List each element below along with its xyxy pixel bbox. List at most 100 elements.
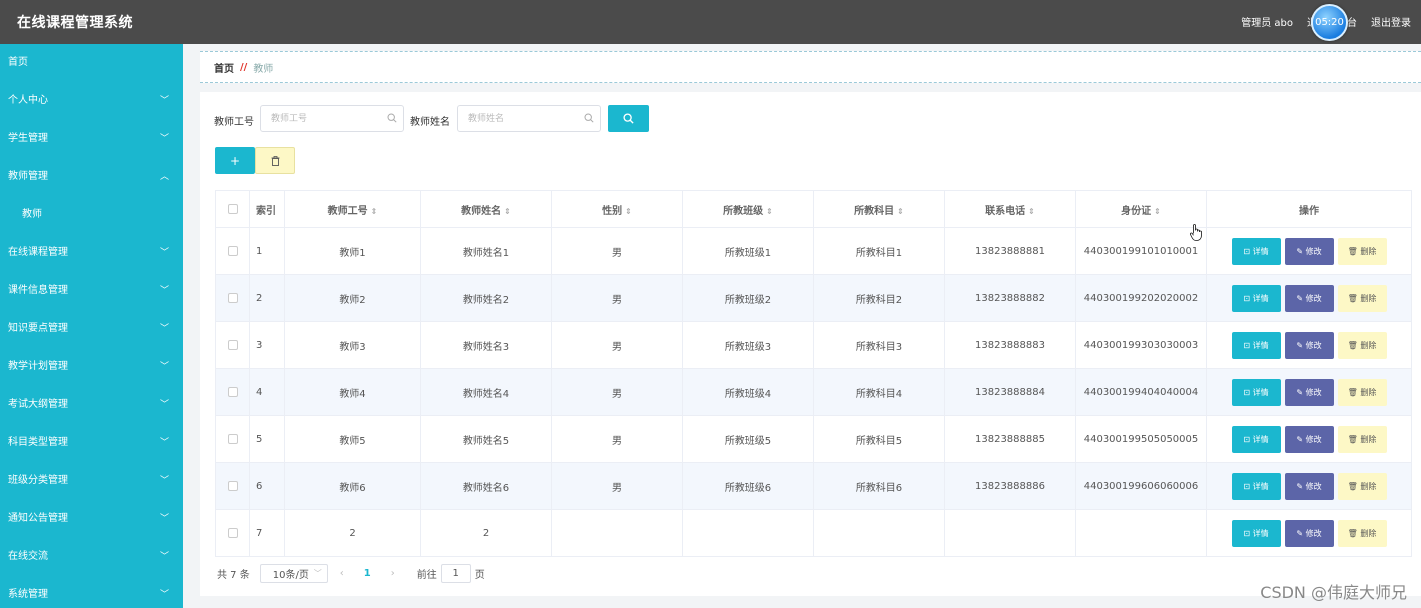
row-select-cell[interactable] — [215, 509, 250, 557]
cell-phone: 13823888882 — [944, 274, 1076, 322]
sidebar-item-label: 教师 — [22, 209, 42, 220]
delete-button[interactable]: 🗑 删除 — [1337, 237, 1387, 265]
teacher-name-input[interactable] — [468, 106, 578, 131]
row-checkbox[interactable] — [227, 480, 238, 491]
edit-button[interactable]: ✎ 修改 — [1284, 378, 1334, 406]
detail-button[interactable]: ⊡ 详情 — [1231, 519, 1281, 547]
sidebar-item-notices[interactable]: 通知公告管理 ﹀ — [0, 500, 183, 538]
sort-icon[interactable]: ⇕ — [1154, 207, 1161, 216]
sidebar-item-profile[interactable]: 个人中心 ﹀ — [0, 82, 183, 120]
cell-idcard: 440300199303030003 — [1075, 321, 1207, 369]
goto-page-input[interactable]: 1 — [440, 564, 471, 583]
search-icon — [387, 113, 397, 123]
row-select-cell[interactable] — [215, 274, 250, 322]
sort-icon[interactable]: ⇕ — [625, 207, 632, 216]
sidebar-item-class-categories[interactable]: 班级分类管理 ﹀ — [0, 462, 183, 500]
sidebar-item-courseware[interactable]: 课件信息管理 ﹀ — [0, 272, 183, 310]
cell-index: 1 — [249, 227, 285, 275]
cell-gender: 男 — [551, 462, 683, 510]
batch-delete-button[interactable] — [255, 147, 295, 174]
add-button[interactable]: + — [215, 147, 255, 174]
col-teacher-no[interactable]: 教师工号 ⇕ — [284, 190, 421, 228]
next-page-button[interactable]: › — [391, 568, 395, 579]
delete-button[interactable]: 🗑 删除 — [1337, 425, 1387, 453]
col-class[interactable]: 所教班级 ⇕ — [682, 190, 814, 228]
sidebar-item-teachers[interactable]: 教师 — [0, 196, 183, 234]
teacher-no-search[interactable] — [260, 105, 404, 132]
row-select-cell[interactable] — [215, 321, 250, 369]
sidebar-item-courses[interactable]: 在线课程管理 ﹀ — [0, 234, 183, 272]
row-checkbox[interactable] — [227, 245, 238, 256]
cell-idcard: 440300199404040004 — [1075, 368, 1207, 416]
teacher-name-search[interactable] — [457, 105, 601, 132]
row-checkbox[interactable] — [227, 386, 238, 397]
delete-button[interactable]: 🗑 删除 — [1337, 378, 1387, 406]
delete-button[interactable]: 🗑 删除 — [1337, 472, 1387, 500]
sort-icon[interactable]: ⇕ — [897, 207, 904, 216]
sidebar-item-subject-types[interactable]: 科目类型管理 ﹀ — [0, 424, 183, 462]
select-all-cell[interactable] — [215, 190, 250, 228]
row-checkbox[interactable] — [227, 339, 238, 350]
edit-button[interactable]: ✎ 修改 — [1284, 331, 1334, 359]
prev-page-button[interactable]: ‹ — [340, 568, 344, 579]
detail-button[interactable]: ⊡ 详情 — [1231, 425, 1281, 453]
detail-button[interactable]: ⊡ 详情 — [1231, 284, 1281, 312]
edit-button[interactable]: ✎ 修改 — [1284, 472, 1334, 500]
sort-icon[interactable]: ⇕ — [371, 207, 378, 216]
sidebar-item-knowledge[interactable]: 知识要点管理 ﹀ — [0, 310, 183, 348]
edit-button[interactable]: ✎ 修改 — [1284, 425, 1334, 453]
sort-icon[interactable]: ⇕ — [1028, 207, 1035, 216]
sort-icon[interactable]: ⇕ — [766, 207, 773, 216]
detail-button[interactable]: ⊡ 详情 — [1231, 237, 1281, 265]
edit-button[interactable]: ✎ 修改 — [1284, 284, 1334, 312]
cell-name: 2 — [420, 509, 552, 557]
sort-icon[interactable]: ⇕ — [504, 207, 511, 216]
sidebar-item-teacher-mgmt[interactable]: 教师管理 ︿ — [0, 158, 183, 196]
col-teacher-name[interactable]: 教师姓名 ⇕ — [420, 190, 552, 228]
sidebar-item-label: 在线课程管理 — [8, 247, 68, 258]
row-checkbox[interactable] — [227, 292, 238, 303]
cell-no: 教师3 — [284, 321, 421, 369]
sidebar-item-students[interactable]: 学生管理 ﹀ — [0, 120, 183, 158]
sidebar: 首页 个人中心 ﹀ 学生管理 ﹀ 教师管理 ︿ 教师 在线课程管理 ﹀ 课件信息管理 ﹀ … — [0, 44, 183, 608]
search-button[interactable] — [608, 105, 649, 132]
sidebar-item-plans[interactable]: 教学计划管理 ﹀ — [0, 348, 183, 386]
cell-subject — [813, 509, 945, 557]
row-select-cell[interactable] — [215, 368, 250, 416]
sidebar-item-label: 考试大纲管理 — [8, 399, 68, 410]
breadcrumb-current: 教师 — [253, 63, 274, 75]
current-page[interactable]: 1 — [364, 568, 371, 579]
col-idcard[interactable]: 身份证 ⇕ — [1075, 190, 1207, 228]
chevron-down-icon: ﹀ — [159, 324, 169, 334]
delete-button[interactable]: 🗑 删除 — [1337, 331, 1387, 359]
sidebar-item-home[interactable]: 首页 — [0, 44, 183, 82]
sidebar-item-label: 教学计划管理 — [8, 361, 68, 372]
sidebar-item-system[interactable]: 系统管理 ﹀ — [0, 576, 183, 608]
col-gender[interactable]: 性别 ⇕ — [551, 190, 683, 228]
breadcrumb-separator: // — [240, 61, 248, 73]
row-select-cell[interactable] — [215, 227, 250, 275]
detail-button[interactable]: ⊡ 详情 — [1231, 472, 1281, 500]
hand-cursor-icon — [1190, 224, 1202, 241]
detail-button[interactable]: ⊡ 详情 — [1231, 378, 1281, 406]
col-phone[interactable]: 联系电话 ⇕ — [944, 190, 1076, 228]
logout-link[interactable]: 退出登录 — [1371, 14, 1411, 29]
cell-phone: 13823888886 — [944, 462, 1076, 510]
delete-button[interactable]: 🗑 删除 — [1337, 519, 1387, 547]
edit-button[interactable]: ✎ 修改 — [1284, 519, 1334, 547]
edit-button[interactable]: ✎ 修改 — [1284, 237, 1334, 265]
sidebar-item-syllabus[interactable]: 考试大纲管理 ﹀ — [0, 386, 183, 424]
teacher-no-input[interactable] — [271, 106, 381, 131]
col-subject[interactable]: 所教科目 ⇕ — [813, 190, 945, 228]
cell-class: 所教班级3 — [682, 321, 814, 369]
page-size-select[interactable]: 10条/页 ﹀ — [259, 564, 328, 583]
select-all-checkbox[interactable] — [227, 203, 238, 214]
row-select-cell[interactable] — [215, 462, 250, 510]
row-checkbox[interactable] — [227, 433, 238, 444]
sidebar-item-forum[interactable]: 在线交流 ﹀ — [0, 538, 183, 576]
breadcrumb-home[interactable]: 首页 — [214, 60, 234, 75]
row-checkbox[interactable] — [227, 527, 238, 538]
detail-button[interactable]: ⊡ 详情 — [1231, 331, 1281, 359]
delete-button[interactable]: 🗑 删除 — [1337, 284, 1387, 312]
row-select-cell[interactable] — [215, 415, 250, 463]
